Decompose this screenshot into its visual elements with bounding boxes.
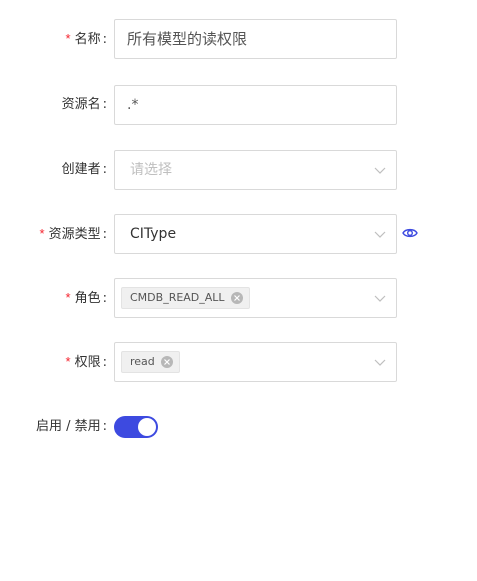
role-select[interactable]: CMDB_READ_ALL [114, 278, 397, 318]
name-value: 所有模型的读权限 [127, 30, 248, 48]
resource-name-label: 资源名: [61, 97, 107, 112]
name-label: * 名称: [65, 31, 107, 47]
role-tag: CMDB_READ_ALL [121, 287, 250, 309]
chevron-down-icon [374, 359, 386, 366]
eye-icon[interactable] [402, 226, 418, 240]
chevron-down-icon [374, 231, 386, 238]
permission-label: * 权限: [65, 354, 107, 370]
permission-row: * 权限: read [0, 342, 477, 382]
close-circle-icon[interactable] [160, 356, 173, 368]
permission-select[interactable]: read [114, 342, 397, 382]
role-label: * 角色: [65, 290, 107, 306]
permission-tag: read [121, 351, 180, 373]
resource-type-row: * 资源类型: CIType [0, 214, 477, 254]
chevron-down-icon [374, 167, 386, 174]
role-tag-label: CMDB_READ_ALL [130, 291, 225, 304]
creator-placeholder: 请选择 [130, 162, 172, 178]
required-mark: * [39, 226, 45, 241]
required-mark: * [65, 31, 71, 46]
name-input[interactable]: 所有模型的读权限 [114, 19, 397, 59]
required-mark: * [65, 290, 71, 305]
creator-select[interactable]: 请选择 [114, 150, 397, 190]
name-row: * 名称: 所有模型的读权限 [0, 19, 477, 59]
resource-type-value: CIType [130, 226, 177, 242]
close-circle-icon[interactable] [230, 292, 243, 304]
resource-name-input[interactable]: .* [114, 85, 397, 125]
resource-name-value: .* [127, 97, 139, 113]
resource-type-select[interactable]: CIType [114, 214, 397, 254]
resource-type-label: * 资源类型: [39, 226, 107, 242]
enable-toggle[interactable] [114, 416, 158, 438]
role-row: * 角色: CMDB_READ_ALL [0, 278, 477, 318]
enable-label: 启用 / 禁用: [35, 419, 107, 434]
enable-row: 启用 / 禁用: [0, 416, 477, 438]
required-mark: * [65, 354, 71, 369]
creator-row: 创建者: 请选择 [0, 150, 477, 190]
creator-label: 创建者: [61, 162, 107, 177]
chevron-down-icon [374, 295, 386, 302]
resource-name-row: 资源名: .* [0, 85, 477, 125]
permission-tag-label: read [130, 355, 155, 368]
toggle-knob [138, 418, 156, 436]
